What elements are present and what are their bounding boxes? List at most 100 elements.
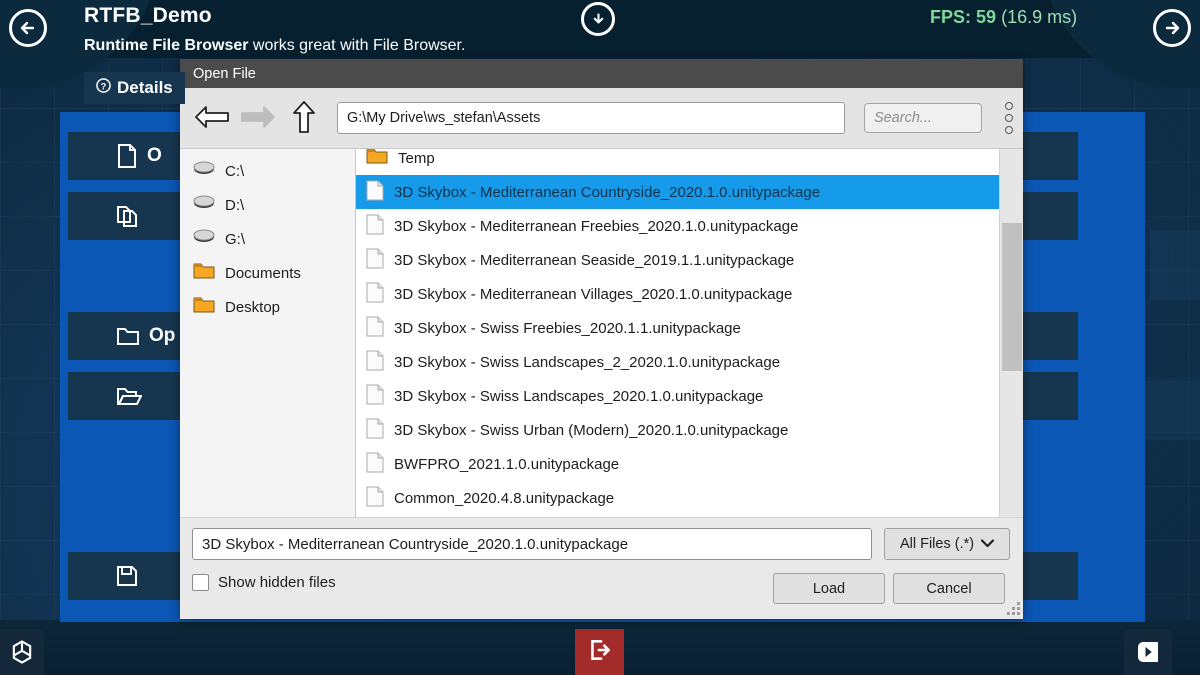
list-item[interactable]: Common_2020.4.8.unitypackage [356,481,999,515]
exit-button[interactable] [575,629,624,675]
list-item[interactable]: 3D Skybox - Mediterranean Countryside_20… [356,175,999,209]
previous-demo-button[interactable] [9,9,47,47]
file-icon [366,316,384,341]
page-title: RTFB_Demo [84,4,212,27]
list-item[interactable]: BWFPRO_2021.1.0.unitypackage [356,447,999,481]
arrow-left-icon [194,104,230,133]
arrow-up-icon [291,100,317,137]
list-item-label: Common_2020.4.8.unitypackage [394,489,615,507]
list-item[interactable]: 3D Skybox - Swiss Freebies_2020.1.1.unit… [356,311,999,345]
sidebar-item-label: D:\ [225,196,245,214]
kebab-dot [1004,102,1013,110]
fps-counter: FPS: 59 (16.9 ms) [930,7,1077,28]
list-item[interactable]: 3D Skybox - Swiss Landscapes_2020.1.0.un… [356,379,999,413]
list-item[interactable]: 3D Skybox - Mediterranean Villages_2020.… [356,277,999,311]
list-item-label: 3D Skybox - Mediterranean Seaside_2019.1… [394,251,795,269]
file-icon [366,418,384,443]
kebab-menu-icon[interactable] [995,98,1023,138]
file-name-value: 3D Skybox - Mediterranean Countryside_20… [202,535,629,553]
list-item-label: Temp [398,149,435,167]
fps-label: FPS: [930,7,972,27]
list-item-label: 3D Skybox - Swiss Freebies_2020.1.1.unit… [394,319,741,337]
list-item[interactable]: 3D Skybox - Mediterranean Seaside_2019.1… [356,243,999,277]
path-input[interactable]: G:\My Drive\ws_stefan\Assets [336,102,845,134]
search-input[interactable]: Search... [863,103,982,133]
file-list: Temp 3D Skybox - Mediterranean Countrysi… [356,149,999,515]
arrow-right-circle-icon [1162,18,1182,38]
open-folder-label: Op [149,325,176,346]
list-item-label: 3D Skybox - Mediterranean Villages_2020.… [394,285,793,303]
sidebar-item-d-drive[interactable]: D:\ [180,188,355,222]
list-item-label: 3D Skybox - Swiss Landscapes_2020.1.0.un… [394,387,764,405]
show-hidden-files-checkbox[interactable]: Show hidden files [192,574,336,591]
dialog-body: C:\ D:\ G:\ Documents Desktop Temp 3D Sk… [180,148,1023,517]
list-item-label: 3D Skybox - Mediterranean Freebies_2020.… [394,217,799,235]
drive-icon [193,161,215,181]
show-hidden-files-label: Show hidden files [218,574,336,591]
file-icon [366,282,384,307]
folder-icon [193,262,215,284]
list-item-label: 3D Skybox - Mediterranean Countryside_20… [394,183,821,201]
page-subtitle-bold: Runtime File Browser [84,37,249,54]
arrow-left-circle-icon [18,18,38,38]
list-item[interactable]: 3D Skybox - Swiss Urban (Modern)_2020.1.… [356,413,999,447]
crazygames-logo-icon[interactable] [1124,629,1172,675]
cancel-button-label: Cancel [926,580,972,597]
download-button[interactable] [581,2,615,36]
up-button[interactable] [285,100,324,137]
open-file-label: O [147,145,162,166]
file-filter-select[interactable]: All Files (.*) [884,528,1010,560]
fps-value: 59 [976,7,997,27]
resize-grip-icon[interactable] [1007,602,1020,615]
sidebar-item-label: Documents [225,264,301,282]
sidebar-item-desktop[interactable]: Desktop [180,290,355,324]
folder-icon [193,296,215,318]
list-item-label: 3D Skybox - Swiss Urban (Modern)_2020.1.… [394,421,789,439]
dialog-title-bar[interactable]: Open File [180,59,1023,88]
file-list-scrollbar[interactable] [999,149,1023,517]
list-item[interactable]: Temp [356,149,999,175]
file-icon [366,180,384,205]
sidebar-item-c-drive[interactable]: C:\ [180,154,355,188]
save-icon [116,565,138,587]
sidebar-item-documents[interactable]: Documents [180,256,355,290]
file-icon [366,248,384,273]
chevron-down-icon [980,536,995,552]
sidebar-item-label: G:\ [225,230,246,248]
help-circle-icon: ? [96,78,111,98]
back-button[interactable] [192,101,231,135]
folder-icon [366,149,388,169]
file-list-panel: Temp 3D Skybox - Mediterranean Countrysi… [356,149,1023,517]
kebab-dot [1004,126,1013,134]
copy-files-icon [116,204,140,228]
scrollbar-thumb[interactable] [1002,223,1022,371]
unity-logo-icon [0,629,44,675]
download-circle-icon [590,11,607,28]
tab-details[interactable]: ? Details [84,72,185,104]
load-button-label: Load [812,580,846,597]
drive-icon [193,229,215,249]
checkbox-box[interactable] [192,574,209,591]
sidebar-item-label: Desktop [225,298,281,316]
page-subtitle: Runtime File Browser works great with Fi… [84,37,465,55]
cancel-button[interactable]: Cancel [893,573,1005,604]
dialog-footer: 3D Skybox - Mediterranean Countryside_20… [180,517,1023,618]
file-icon [366,452,384,477]
dialog-title-label: Open File [193,65,256,82]
voxel-block [1150,230,1200,300]
dialog-toolbar: G:\My Drive\ws_stefan\Assets Search... [180,88,1023,148]
sidebar-item-g-drive[interactable]: G:\ [180,222,355,256]
sidebar-item-label: C:\ [225,162,245,180]
kebab-dot [1004,114,1013,122]
load-button[interactable]: Load [773,573,885,604]
list-item[interactable]: 3D Skybox - Swiss Landscapes_2_2020.1.0.… [356,345,999,379]
list-item[interactable]: 3D Skybox - Mediterranean Freebies_2020.… [356,209,999,243]
file-icon [116,144,138,168]
next-demo-button[interactable] [1153,9,1191,47]
arrow-right-icon [240,104,276,133]
file-name-input[interactable]: 3D Skybox - Mediterranean Countryside_20… [192,528,872,560]
folder-outline-icon [116,325,140,347]
fps-frametime: (16.9 ms) [1001,7,1078,27]
forward-button[interactable] [238,101,277,135]
svg-text:?: ? [101,81,107,91]
